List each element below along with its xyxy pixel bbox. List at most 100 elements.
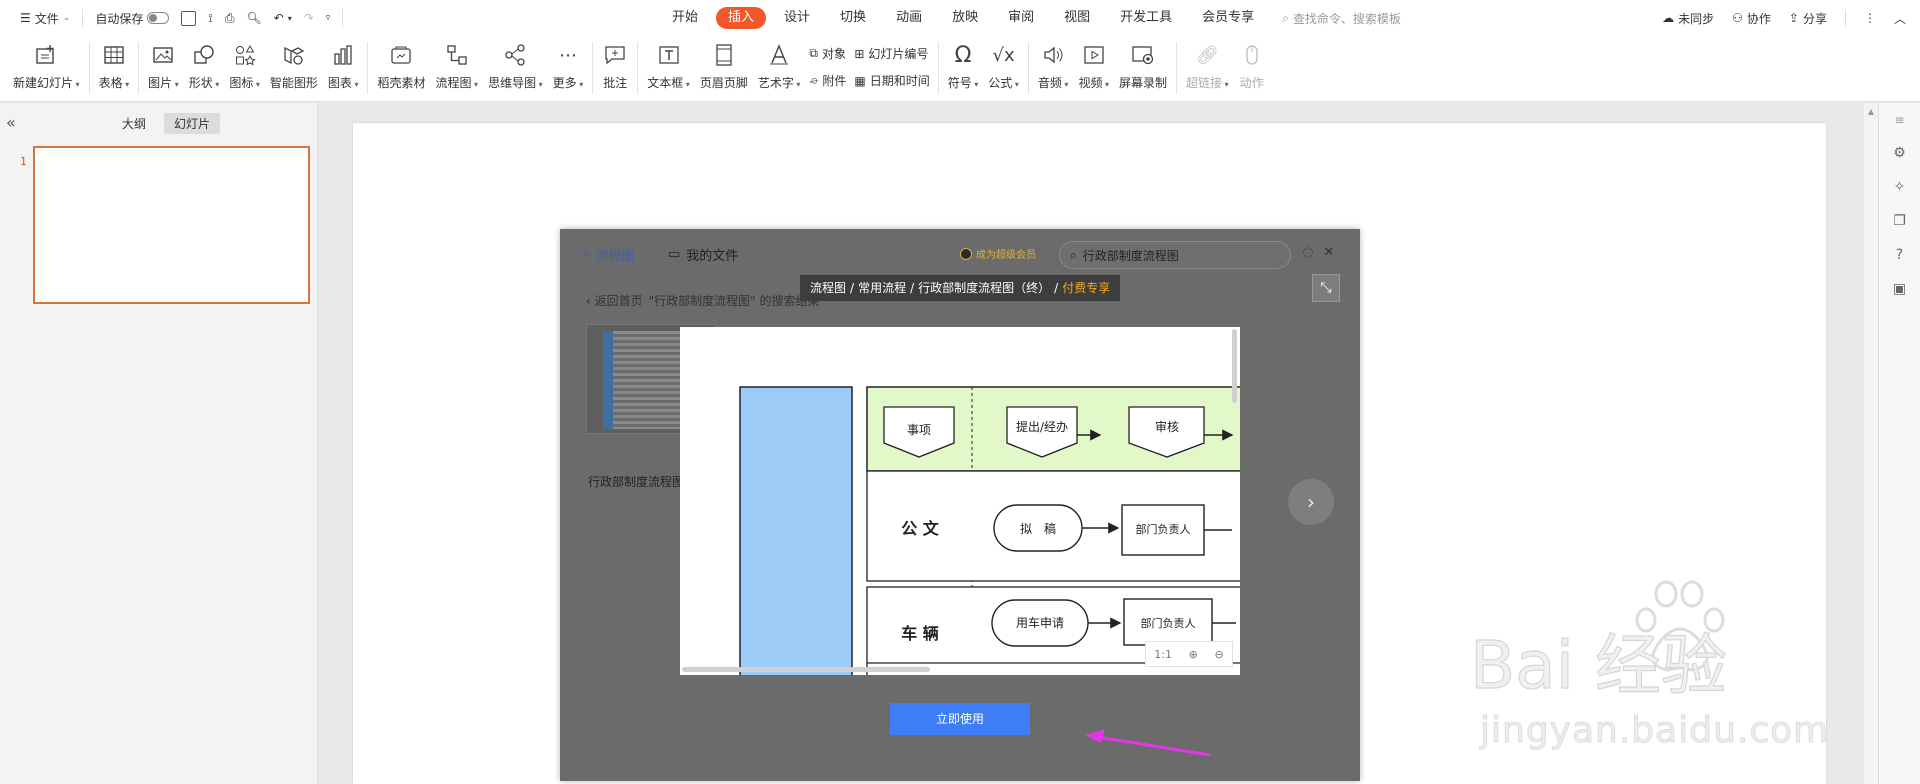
textbox-button[interactable]: 文本框 bbox=[642, 36, 695, 98]
header-footer-label: 页眉页脚 bbox=[699, 76, 748, 90]
collapse-ribbon-button[interactable]: ︿ bbox=[1894, 10, 1906, 27]
help-icon[interactable]: ? bbox=[1896, 247, 1903, 263]
screen-record-button[interactable]: 屏幕录制 bbox=[1114, 36, 1172, 98]
datetime-button[interactable]: ▦ 日期和时间 bbox=[854, 72, 929, 89]
command-search-placeholder: 查找命令、搜索模板 bbox=[1292, 11, 1401, 26]
header-item-tichu: 提出/经办 bbox=[1016, 419, 1068, 434]
print-button[interactable]: ⎙ bbox=[219, 5, 241, 31]
sync-status-button[interactable]: ☁ 未同步 bbox=[1662, 10, 1714, 27]
settings-sliders-icon[interactable]: ⚙ bbox=[1893, 145, 1906, 161]
breadcrumb-item[interactable]: 流程图 bbox=[810, 275, 846, 301]
archive-icon[interactable]: ▣ bbox=[1893, 281, 1906, 297]
docer-label: 稻壳素材 bbox=[377, 76, 426, 90]
share-button[interactable]: ⇪ 分享 bbox=[1789, 10, 1827, 27]
icon-button[interactable]: 图标 bbox=[224, 36, 265, 98]
attachment-button[interactable]: ⌮ 附件 bbox=[809, 72, 846, 89]
header-footer-button[interactable]: 页眉页脚 bbox=[695, 36, 753, 98]
back-home-link[interactable]: ‹ 返回首页 bbox=[586, 292, 643, 309]
file-menu-label: 文件 bbox=[34, 11, 59, 26]
autosave-toggle[interactable]: 自动保存 bbox=[89, 5, 175, 31]
dialog-tab-myfiles[interactable]: ▭ 我的文件 bbox=[668, 245, 738, 264]
actual-size-button[interactable]: 1:1 bbox=[1154, 648, 1172, 661]
format-painter-button[interactable]: ⟟ bbox=[202, 5, 218, 31]
zoom-out-icon: ⊖ bbox=[1214, 647, 1224, 661]
flowchart-button[interactable]: 流程图 bbox=[431, 36, 484, 98]
icons-icon bbox=[232, 42, 258, 68]
breadcrumb-separator: / bbox=[1054, 281, 1059, 295]
close-icon: ✕ bbox=[1323, 245, 1335, 260]
tab-slides[interactable]: 幻灯片 bbox=[164, 113, 221, 134]
icon-label: 图标 bbox=[229, 74, 260, 91]
zoom-in-button[interactable]: ⊕ bbox=[1189, 648, 1198, 661]
breadcrumb-item[interactable]: 常用流程 bbox=[858, 275, 906, 301]
tab-developer[interactable]: 开发工具 bbox=[1108, 7, 1184, 29]
expand-icon[interactable]: ≡ bbox=[1894, 113, 1904, 127]
next-template-button[interactable]: › bbox=[1288, 479, 1334, 525]
textbox-label: 文本框 bbox=[647, 74, 690, 91]
print-preview-button[interactable]: 🔍︎ bbox=[240, 5, 267, 31]
divider bbox=[637, 42, 639, 94]
symbol-button[interactable]: Ω 符号 bbox=[943, 36, 984, 98]
autosave-label: 自动保存 bbox=[95, 11, 144, 26]
command-search[interactable]: ⌕ 查找命令、搜索模板 bbox=[1282, 10, 1401, 27]
close-button[interactable]: ✕ bbox=[1323, 245, 1334, 260]
comment-button[interactable]: 批注 bbox=[597, 36, 633, 98]
cloud-icon: ☁ bbox=[1662, 11, 1675, 25]
exit-fullscreen-button[interactable]: ⤡ bbox=[1312, 274, 1340, 302]
tab-view[interactable]: 视图 bbox=[1052, 7, 1102, 29]
smart-graphic-button[interactable]: 智能图形 bbox=[265, 36, 323, 98]
vip-upgrade-link[interactable]: 成为超级会员 bbox=[960, 246, 1036, 261]
use-now-button[interactable]: 立即使用 bbox=[890, 703, 1030, 735]
docer-material-button[interactable]: 稻壳素材 bbox=[372, 36, 430, 98]
new-slide-button[interactable]: 新建幻灯片 bbox=[8, 36, 85, 98]
video-icon bbox=[1081, 42, 1107, 68]
preview-horizontal-scrollbar[interactable] bbox=[682, 667, 930, 672]
picture-button[interactable]: 图片 bbox=[143, 36, 184, 98]
action-button[interactable]: 动作 bbox=[1234, 36, 1270, 98]
right-sidebar: ≡ ⚙ ✧ ❐ ? ▣ bbox=[1878, 103, 1920, 784]
mindmap-button[interactable]: 思维导图 bbox=[483, 36, 548, 98]
table-button[interactable]: 表格 bbox=[94, 36, 135, 98]
template-search-input[interactable]: ⌕ 行政部制度流程图 bbox=[1059, 241, 1291, 269]
chart-button[interactable]: 图表 bbox=[323, 36, 364, 98]
formula-button[interactable]: √x 公式 bbox=[983, 36, 1024, 98]
vertical-scrollbar[interactable]: ▲ bbox=[1864, 103, 1878, 784]
slide-number-button[interactable]: ⊞ 幻灯片编号 bbox=[854, 45, 929, 62]
wordart-button[interactable]: 艺术字 bbox=[753, 36, 806, 98]
copy-icon[interactable]: ❐ bbox=[1893, 213, 1906, 229]
object-button[interactable]: ⧉ 对象 bbox=[809, 45, 846, 62]
dialog-tab-flowchart[interactable]: ⌗ 流程图 bbox=[582, 245, 634, 264]
feedback-button[interactable]: ◌ bbox=[1302, 245, 1313, 260]
file-menu[interactable]: ☰ 文件 ⌄ bbox=[14, 5, 76, 31]
hyperlink-button[interactable]: 🔗︎ 超链接 bbox=[1181, 36, 1234, 98]
redo-button[interactable]: ↷ bbox=[298, 5, 320, 31]
tab-outline[interactable]: 大纲 bbox=[112, 113, 156, 134]
tab-member[interactable]: 会员专享 bbox=[1190, 7, 1266, 29]
more-button[interactable]: ⋯ 更多 bbox=[548, 36, 589, 98]
pin-icon[interactable]: ✧ bbox=[1894, 179, 1906, 195]
slide-thumbnail[interactable] bbox=[33, 146, 310, 304]
tab-design[interactable]: 设计 bbox=[772, 7, 822, 29]
preview-vertical-scrollbar[interactable] bbox=[1232, 329, 1237, 403]
tab-review[interactable]: 审阅 bbox=[996, 7, 1046, 29]
customize-toolbar-button[interactable]: ▿ bbox=[320, 5, 337, 31]
undo-button[interactable]: ↶ ▾ bbox=[268, 5, 298, 31]
collapse-panel-button[interactable]: « bbox=[6, 113, 16, 132]
collab-button[interactable]: ⚇ 协作 bbox=[1732, 10, 1771, 27]
shape-button[interactable]: 形状 bbox=[184, 36, 225, 98]
tab-animation[interactable]: 动画 bbox=[884, 7, 934, 29]
tab-slideshow[interactable]: 放映 bbox=[940, 7, 990, 29]
save-button[interactable] bbox=[175, 5, 202, 31]
watermark-url-text: jingyan.baidu.com bbox=[1479, 710, 1830, 752]
template-thumbnail-label[interactable]: 行政部制度流程图 bbox=[588, 473, 684, 490]
tab-home[interactable]: 开始 bbox=[660, 7, 710, 29]
double-chevron-left-icon: « bbox=[6, 113, 16, 132]
video-button[interactable]: 视频 bbox=[1073, 36, 1114, 98]
audio-button[interactable]: 音频 bbox=[1033, 36, 1074, 98]
tab-insert[interactable]: 插入 bbox=[716, 7, 767, 29]
insert-small-group-2: ⊞ 幻灯片编号 ▦ 日期和时间 bbox=[850, 36, 933, 98]
zoom-out-button[interactable]: ⊖ bbox=[1214, 648, 1223, 661]
tab-transition[interactable]: 切换 bbox=[828, 7, 878, 29]
link-icon: 🔗︎ bbox=[1195, 44, 1219, 66]
more-options-button[interactable]: ⋮ bbox=[1864, 11, 1876, 25]
